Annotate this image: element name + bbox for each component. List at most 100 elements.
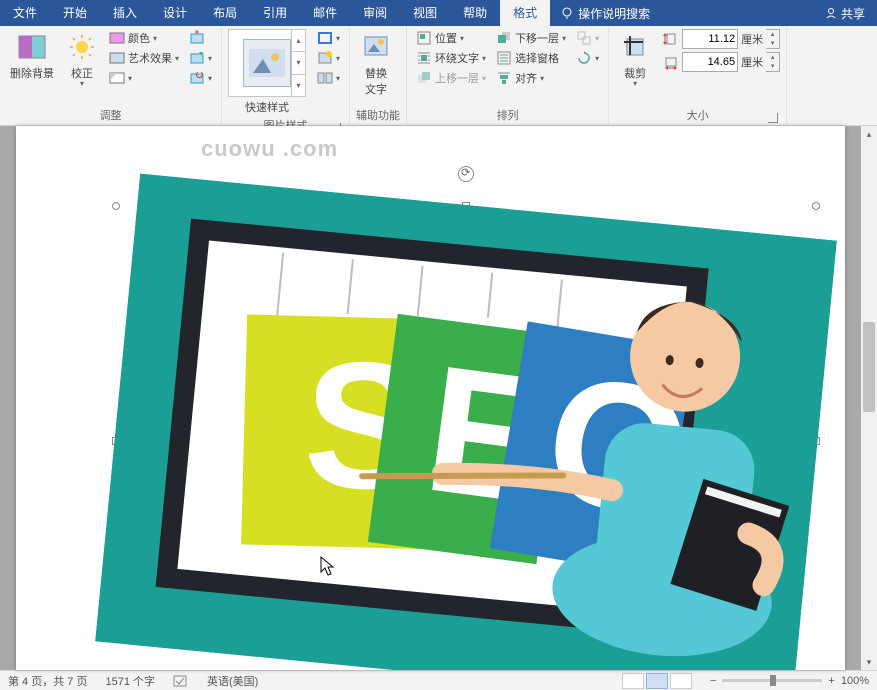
group-size: 裁剪 ▾ 厘米 ▴▾ 厘米 ▴▾ 大小 (609, 26, 787, 125)
word-count[interactable]: 1571 个字 (105, 673, 155, 689)
zoom-in[interactable]: + (828, 675, 834, 687)
bring-forward-button: 上移一层▾ (413, 69, 489, 87)
dialog-launcher-icon[interactable] (768, 113, 778, 123)
group-icon (576, 30, 592, 46)
change-picture-icon (189, 50, 205, 66)
gallery-more[interactable]: ▾ (292, 75, 305, 96)
height-input[interactable] (682, 29, 738, 49)
group-accessibility: 替换 文字 辅助功能 (350, 26, 407, 125)
tab-help[interactable]: 帮助 (450, 0, 500, 26)
height-down[interactable]: ▾ (766, 39, 779, 48)
crop-icon (619, 31, 651, 63)
person-icon (825, 7, 837, 19)
wrap-text-button[interactable]: 环绕文字▾ (413, 49, 489, 67)
seo-illustration: S E O (95, 174, 837, 670)
quick-styles-label: 快速样式 (245, 99, 289, 115)
group-label-size: 大小 (615, 105, 780, 125)
rotate-icon (576, 50, 592, 66)
send-backward-button[interactable]: 下移一层▾ (493, 29, 569, 47)
vertical-scrollbar[interactable]: ▴ ▾ (861, 126, 877, 670)
view-mode-buttons (622, 673, 692, 689)
share-label: 共享 (841, 5, 865, 22)
view-web[interactable] (670, 673, 692, 689)
resize-handle-ne[interactable] (812, 202, 820, 210)
crop-button[interactable]: 裁剪 ▾ (615, 29, 655, 90)
picture-effects-button[interactable]: ▾ (314, 49, 343, 67)
share-button[interactable]: 共享 (813, 5, 877, 22)
width-up[interactable]: ▴ (766, 53, 779, 62)
compress-icon (189, 30, 205, 46)
document-canvas[interactable]: cuowu .com (0, 126, 877, 670)
effects-icon (317, 50, 333, 66)
tab-layout[interactable]: 布局 (200, 0, 250, 26)
picture-border-button[interactable]: ▾ (314, 29, 343, 47)
artistic-icon (109, 50, 125, 66)
group-arrange: 位置▾ 环绕文字▾ 上移一层▾ 下移一层▾ 选择窗格 对齐▾ ▾ ▾ 排列 (407, 26, 609, 125)
reset-picture-button[interactable]: ▾ (186, 69, 215, 87)
zoom-control: − + 100% (710, 675, 869, 687)
chevron-down-icon: ▾ (633, 79, 637, 88)
spellcheck-icon[interactable] (173, 674, 189, 688)
reset-icon (189, 70, 205, 86)
scroll-up[interactable]: ▴ (861, 126, 877, 142)
selection-pane-button[interactable]: 选择窗格 (493, 49, 569, 67)
height-up[interactable]: ▴ (766, 30, 779, 39)
layout-icon (317, 70, 333, 86)
tab-file[interactable]: 文件 (0, 0, 50, 26)
picture-layout-button[interactable]: ▾ (314, 69, 343, 87)
group-label-arrange: 排列 (413, 105, 602, 125)
group-picture-styles: ▴ ▾ ▾ 快速样式 ▾ ▾ ▾ 图片样式 (222, 26, 350, 125)
remove-background-button[interactable]: 删除背景 (6, 29, 58, 83)
page-indicator[interactable]: 第 4 页，共 7 页 (8, 673, 87, 689)
chevron-down-icon: ▾ (80, 79, 84, 88)
change-picture-button[interactable]: ▾ (186, 49, 215, 67)
page[interactable]: cuowu .com (16, 126, 845, 670)
compress-button[interactable] (186, 29, 215, 47)
gallery-up[interactable]: ▴ (292, 30, 305, 52)
width-input[interactable] (682, 52, 738, 72)
align-icon (496, 70, 512, 86)
tab-design[interactable]: 设计 (150, 0, 200, 26)
view-read[interactable] (622, 673, 644, 689)
group-objects-button: ▾ (573, 29, 602, 47)
tab-insert[interactable]: 插入 (100, 0, 150, 26)
tell-me-search[interactable]: 操作说明搜索 (550, 5, 660, 22)
color-button[interactable]: 颜色 ▾ (106, 29, 182, 47)
tab-references[interactable]: 引用 (250, 0, 300, 26)
scroll-down[interactable]: ▾ (861, 654, 877, 670)
position-icon (416, 30, 432, 46)
zoom-slider[interactable] (722, 679, 822, 682)
tab-format[interactable]: 格式 (500, 0, 550, 26)
statusbar: 第 4 页，共 7 页 1571 个字 英语(美国) − + 100% (0, 670, 877, 690)
language-indicator[interactable]: 英语(美国) (207, 673, 258, 689)
selection-pane-icon (496, 50, 512, 66)
corrections-button[interactable]: 校正 ▾ (62, 29, 102, 90)
resize-handle-nw[interactable] (112, 202, 120, 210)
border-icon (317, 30, 333, 46)
tab-mail[interactable]: 邮件 (300, 0, 350, 26)
rotation-handle[interactable] (458, 166, 474, 182)
transparency-button[interactable]: ▾ (106, 69, 182, 87)
picture-styles-gallery[interactable]: ▴ ▾ ▾ (228, 29, 306, 97)
tab-home[interactable]: 开始 (50, 0, 100, 26)
position-button[interactable]: 位置▾ (413, 29, 489, 47)
remove-background-icon (16, 31, 48, 63)
view-print[interactable] (646, 673, 668, 689)
zoom-out[interactable]: − (710, 675, 716, 687)
zoom-level[interactable]: 100% (841, 675, 869, 687)
gallery-down[interactable]: ▾ (292, 52, 305, 74)
scroll-thumb[interactable] (863, 322, 875, 412)
rotate-button[interactable]: ▾ (573, 49, 602, 67)
tab-review[interactable]: 审阅 (350, 0, 400, 26)
watermark: cuowu .com (201, 136, 338, 162)
alt-text-button[interactable]: 替换 文字 (356, 29, 396, 99)
width-icon (663, 54, 679, 70)
group-label-accessibility: 辅助功能 (356, 105, 400, 125)
align-button[interactable]: 对齐▾ (493, 69, 569, 87)
height-icon (663, 31, 679, 47)
selected-image[interactable]: S E O (116, 206, 816, 670)
menubar: 文件 开始 插入 设计 布局 引用 邮件 审阅 视图 帮助 格式 操作说明搜索 … (0, 0, 877, 26)
width-down[interactable]: ▾ (766, 62, 779, 71)
artistic-effects-button[interactable]: 艺术效果 ▾ (106, 49, 182, 67)
tab-view[interactable]: 视图 (400, 0, 450, 26)
